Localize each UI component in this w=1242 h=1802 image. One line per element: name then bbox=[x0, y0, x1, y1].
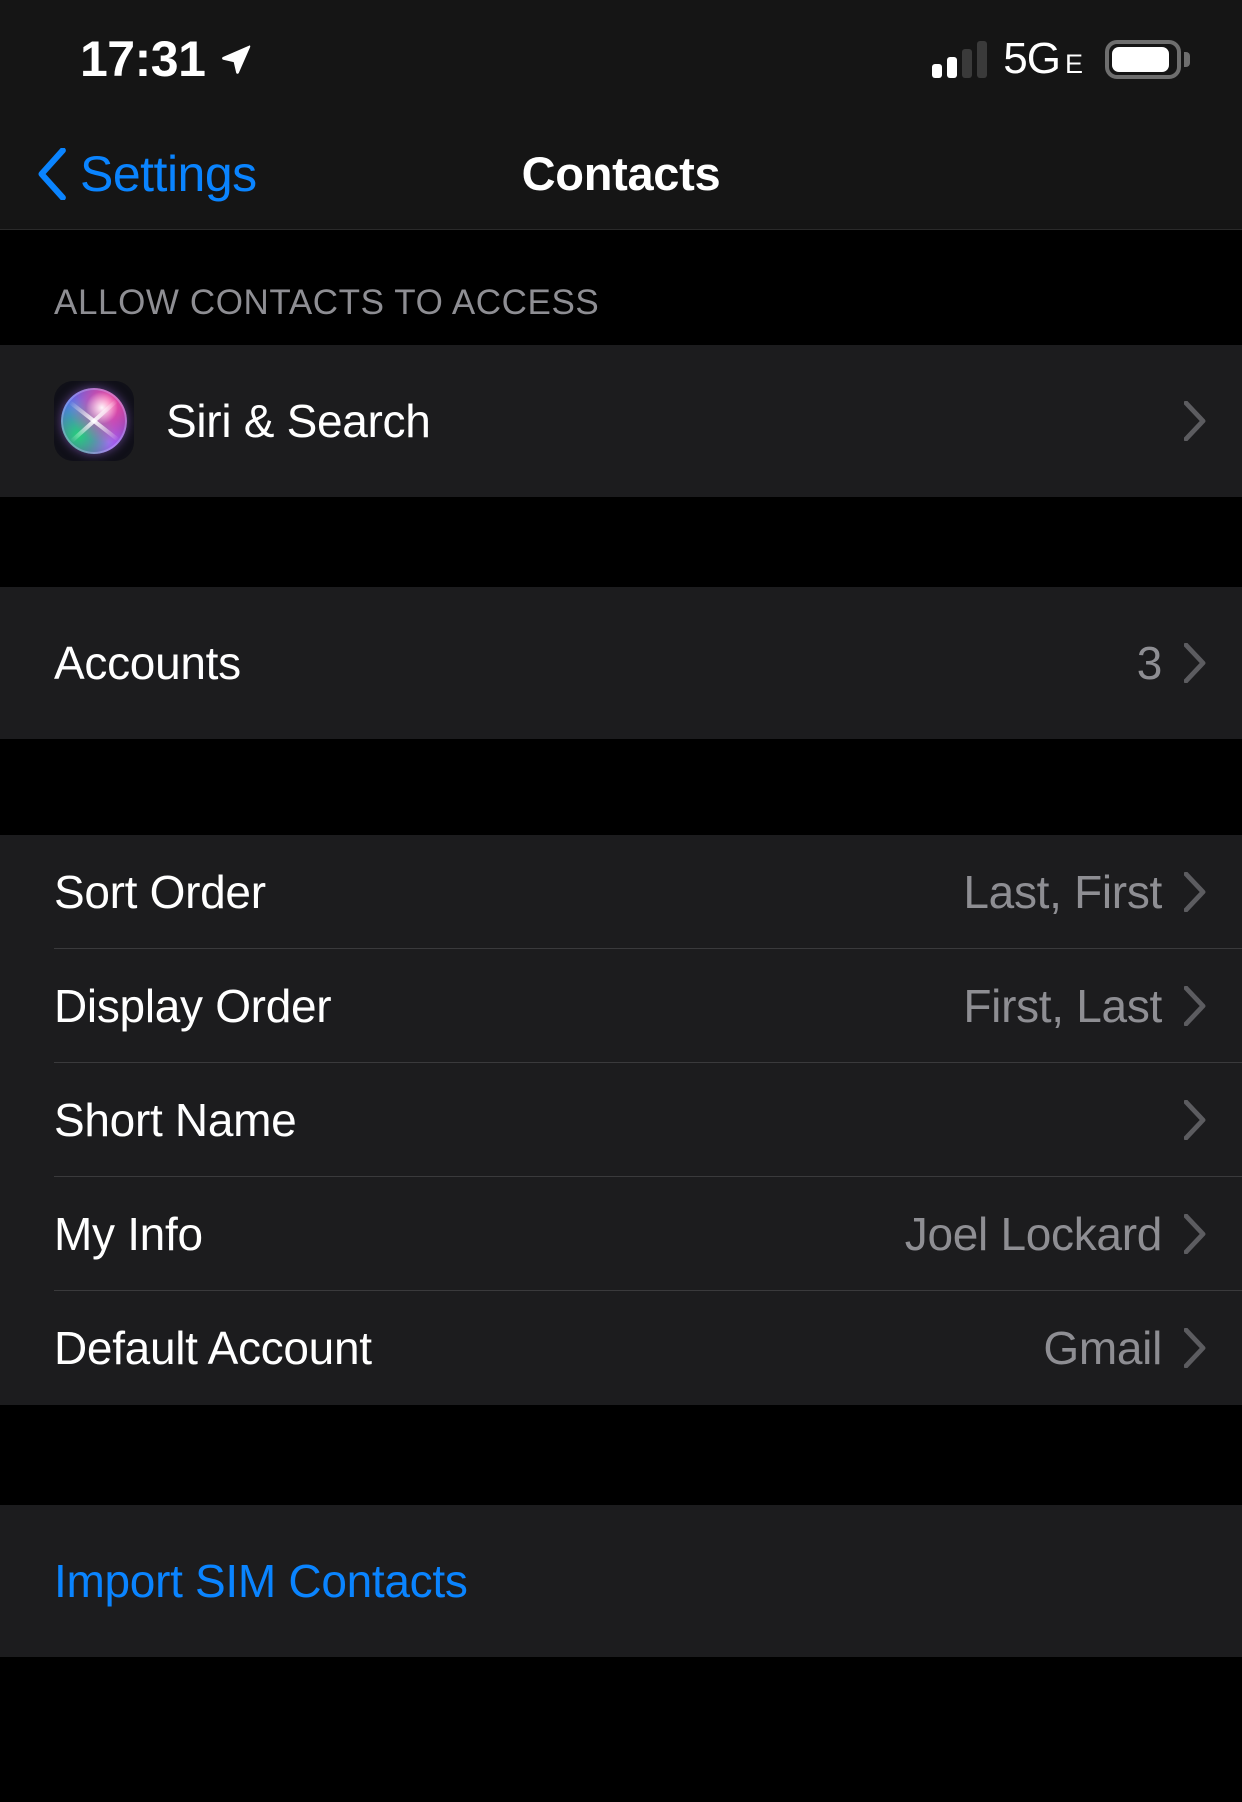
row-siri-and-search[interactable]: Siri & Search bbox=[0, 345, 1242, 497]
chevron-right-icon bbox=[1184, 986, 1206, 1026]
chevron-right-icon bbox=[1184, 643, 1206, 683]
network-type: 5G bbox=[1003, 34, 1060, 84]
row-accounts[interactable]: Accounts 3 bbox=[0, 587, 1242, 739]
row-default-account[interactable]: Default Account Gmail bbox=[0, 1291, 1242, 1405]
row-short-name[interactable]: Short Name bbox=[0, 1063, 1242, 1177]
section-gap bbox=[0, 1405, 1242, 1505]
row-my-info[interactable]: My Info Joel Lockard bbox=[0, 1177, 1242, 1291]
row-display-order[interactable]: Display Order First, Last bbox=[0, 949, 1242, 1063]
section-gap bbox=[0, 497, 1242, 587]
row-label: Display Order bbox=[54, 979, 963, 1033]
battery-icon bbox=[1105, 40, 1190, 79]
row-label: Siri & Search bbox=[166, 394, 1184, 448]
row-label: Accounts bbox=[54, 636, 1137, 690]
status-bar-left: 17:31 bbox=[80, 34, 253, 84]
row-label: Sort Order bbox=[54, 865, 963, 919]
row-label: Import SIM Contacts bbox=[54, 1554, 1206, 1608]
section-header-allow-access: ALLOW CONTACTS TO ACCESS bbox=[0, 230, 1242, 345]
chevron-left-icon bbox=[36, 148, 66, 200]
siri-icon bbox=[54, 381, 134, 461]
chevron-right-icon bbox=[1184, 401, 1206, 441]
back-button[interactable]: Settings bbox=[0, 145, 257, 203]
section-gap bbox=[0, 739, 1242, 835]
section-accounts: Accounts 3 bbox=[0, 587, 1242, 739]
status-bar: 17:31 5G E bbox=[0, 0, 1242, 118]
chevron-right-icon bbox=[1184, 1214, 1206, 1254]
page-title-text: Contacts bbox=[522, 146, 721, 201]
row-import-sim-contacts[interactable]: Import SIM Contacts bbox=[0, 1505, 1242, 1657]
row-label: My Info bbox=[54, 1207, 905, 1261]
row-value: 3 bbox=[1137, 636, 1162, 690]
row-sort-order[interactable]: Sort Order Last, First bbox=[0, 835, 1242, 949]
network-type-suffix: E bbox=[1065, 49, 1083, 80]
row-label: Short Name bbox=[54, 1093, 1162, 1147]
navigation-bar: Settings Contacts bbox=[0, 118, 1242, 230]
cellular-signal-icon bbox=[932, 40, 987, 78]
settings-list: ALLOW CONTACTS TO ACCESS Siri & Search A… bbox=[0, 230, 1242, 1657]
contacts-settings-screen: 17:31 5G E Settings bbox=[0, 0, 1242, 1802]
chevron-right-icon bbox=[1184, 1100, 1206, 1140]
status-bar-clock: 17:31 bbox=[80, 34, 205, 84]
row-value: First, Last bbox=[963, 979, 1162, 1033]
section-allow-access: Siri & Search bbox=[0, 345, 1242, 497]
section-import: Import SIM Contacts bbox=[0, 1505, 1242, 1657]
location-arrow-icon bbox=[219, 42, 253, 76]
section-contact-preferences: Sort Order Last, First Display Order Fir… bbox=[0, 835, 1242, 1405]
row-value: Last, First bbox=[963, 865, 1162, 919]
chevron-right-icon bbox=[1184, 872, 1206, 912]
status-bar-right: 5G E bbox=[932, 34, 1190, 84]
row-label: Default Account bbox=[54, 1321, 1043, 1375]
carrier-network-label: 5G E bbox=[1003, 34, 1083, 84]
back-button-label: Settings bbox=[80, 145, 257, 203]
row-value: Gmail bbox=[1043, 1321, 1162, 1375]
chevron-right-icon bbox=[1184, 1328, 1206, 1368]
row-value: Joel Lockard bbox=[905, 1207, 1162, 1261]
